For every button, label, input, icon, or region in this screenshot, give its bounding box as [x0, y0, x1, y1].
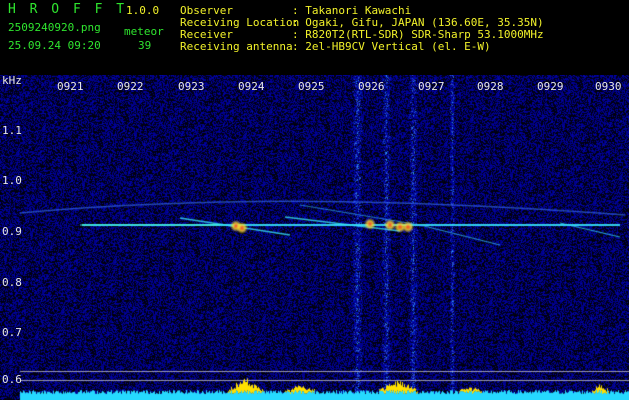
antenna-value: : 2el-HB9CV Vertical (el. E-W)	[292, 40, 491, 53]
meteor-count-label: meteor	[124, 25, 164, 38]
date-time: 25.09.24 09:20	[8, 39, 101, 52]
hrofft-window: H R O F F T 1.0.0 2509240920.png meteor …	[0, 0, 629, 400]
time-tick-0925: 0925	[298, 80, 325, 93]
antenna-label: Receiving antenna	[180, 40, 293, 53]
meteor-count: 39	[138, 39, 152, 52]
freq-tick-0.8: 0.8	[2, 276, 22, 289]
time-tick-0921: 0921	[57, 80, 84, 93]
time-tick-0930: 0930	[595, 80, 622, 93]
spectrogram	[0, 75, 629, 400]
freq-unit-label: kHz	[2, 74, 22, 87]
app-logo: H R O F F T	[8, 2, 128, 17]
time-tick-0927: 0927	[418, 80, 445, 93]
file-name: 2509240920.png	[8, 21, 101, 34]
freq-tick-0.6: 0.6	[2, 373, 22, 386]
time-tick-0923: 0923	[178, 80, 205, 93]
time-tick-0929: 0929	[537, 80, 564, 93]
time-tick-0926: 0926	[358, 80, 385, 93]
freq-tick-1.1: 1.1	[2, 124, 22, 137]
time-tick-0924: 0924	[238, 80, 265, 93]
freq-tick-1.0: 1.0	[2, 174, 22, 187]
time-tick-0922: 0922	[117, 80, 144, 93]
app-version: 1.0.0	[126, 4, 160, 17]
freq-tick-0.9: 0.9	[2, 225, 22, 238]
freq-tick-0.7: 0.7	[2, 326, 22, 339]
time-tick-0928: 0928	[477, 80, 504, 93]
